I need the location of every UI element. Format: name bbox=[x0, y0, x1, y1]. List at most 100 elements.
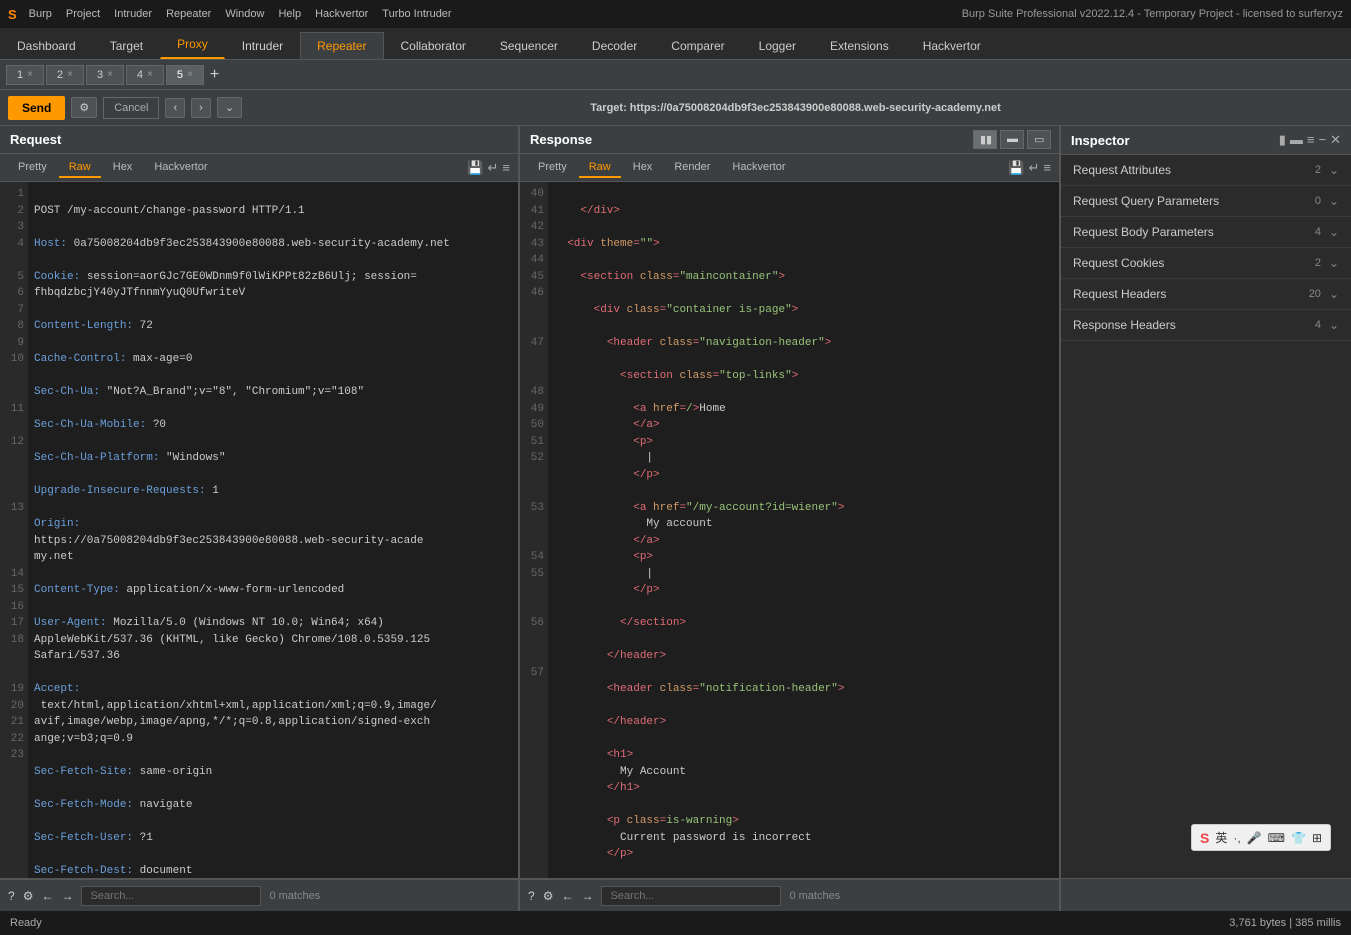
res-tab-pretty[interactable]: Pretty bbox=[528, 158, 577, 178]
ime-apps-icon[interactable]: ⊞ bbox=[1312, 831, 1322, 845]
res-help-icon[interactable]: ? bbox=[528, 889, 535, 903]
req-tab-pretty[interactable]: Pretty bbox=[8, 158, 57, 178]
inspector-label-req-attrs: Request Attributes bbox=[1073, 163, 1315, 177]
req-menu-icon[interactable]: ≡ bbox=[502, 160, 510, 176]
response-code-area[interactable]: 40 41 42 43 44 45 46 47 48 49 50 51 52 5… bbox=[520, 182, 1059, 878]
req-wrap-icon[interactable]: ↵ bbox=[488, 160, 499, 176]
req-tab-4[interactable]: 4× bbox=[126, 65, 164, 85]
req-nav-fwd-icon[interactable]: → bbox=[61, 889, 73, 903]
inspector-row-req-attrs[interactable]: Request Attributes 2 ⌄ bbox=[1061, 155, 1351, 186]
nav-tab-logger[interactable]: Logger bbox=[742, 32, 813, 59]
inspector-label-req-headers: Request Headers bbox=[1073, 287, 1309, 301]
ime-keyboard-icon[interactable]: ⌨ bbox=[1268, 831, 1285, 845]
req-settings-icon[interactable]: ⚙ bbox=[23, 889, 34, 903]
res-line-40: </div> bbox=[554, 203, 1053, 220]
menu-window[interactable]: Window bbox=[225, 8, 264, 20]
close-tab-3[interactable]: × bbox=[107, 69, 113, 80]
close-tab-4[interactable]: × bbox=[147, 69, 153, 80]
inspector-minimize-icon[interactable]: − bbox=[1319, 132, 1327, 148]
request-code-area[interactable]: 1 2 3 4 5 6 7 8 9 10 11 12 13 14 15 16 1 bbox=[0, 182, 518, 878]
nav-tab-decoder[interactable]: Decoder bbox=[575, 32, 654, 59]
nav-tab-target[interactable]: Target bbox=[93, 32, 160, 59]
res-nav-back-icon[interactable]: ← bbox=[561, 889, 573, 903]
res-line-49: </header> bbox=[554, 648, 1053, 665]
req-tab-5[interactable]: 5× bbox=[166, 65, 204, 85]
add-tab-button[interactable]: + bbox=[206, 66, 223, 84]
res-tab-raw[interactable]: Raw bbox=[579, 158, 621, 178]
res-tab-hex[interactable]: Hex bbox=[623, 158, 663, 178]
req-tab-3[interactable]: 3× bbox=[86, 65, 124, 85]
req-tab-hackvertor[interactable]: Hackvertor bbox=[144, 158, 217, 178]
view-toggle-horiz[interactable]: ▬ bbox=[1000, 130, 1024, 149]
req-line-5: Cache-Control: max-age=0 bbox=[34, 351, 512, 368]
req-line-3: Cookie: session=aorGJc7GE0WDnm9f0lWiKPPt… bbox=[34, 269, 512, 302]
nav-tab-extensions[interactable]: Extensions bbox=[813, 32, 906, 59]
inspector-settings-icon[interactable]: ≡ bbox=[1307, 132, 1315, 148]
inspector-row-req-query[interactable]: Request Query Parameters 0 ⌄ bbox=[1061, 186, 1351, 217]
chevron-down-icon-5: ⌄ bbox=[1329, 287, 1339, 301]
menu-project[interactable]: Project bbox=[66, 8, 100, 20]
res-nav-fwd-icon[interactable]: → bbox=[581, 889, 593, 903]
close-tab-2[interactable]: × bbox=[67, 69, 73, 80]
response-code-content[interactable]: </div> <div theme=""> <section class="ma… bbox=[548, 182, 1059, 878]
req-nav-back-icon[interactable]: ← bbox=[41, 889, 53, 903]
menu-burp[interactable]: Burp bbox=[29, 8, 52, 20]
nav-back-button[interactable]: ‹ bbox=[165, 98, 185, 118]
res-settings-icon[interactable]: ⚙ bbox=[543, 889, 554, 903]
req-tab-2[interactable]: 2× bbox=[46, 65, 84, 85]
bottom-bars: ? ⚙ ← → 0 matches ? ⚙ ← → 0 matches bbox=[0, 878, 1351, 911]
response-panel-header: Response bbox=[520, 126, 973, 153]
menu-turbo-intruder[interactable]: Turbo Intruder bbox=[382, 8, 451, 20]
nav-tab-comparer[interactable]: Comparer bbox=[654, 32, 741, 59]
res-menu-icon[interactable]: ≡ bbox=[1043, 160, 1051, 176]
nav-tab-dashboard[interactable]: Dashboard bbox=[0, 32, 93, 59]
nav-tab-hackvertor[interactable]: Hackvertor bbox=[906, 32, 998, 59]
main-nav: Dashboard Target Proxy Intruder Repeater… bbox=[0, 28, 1351, 60]
request-search-input[interactable] bbox=[81, 886, 261, 906]
inspector-view-icon-2[interactable]: ▬ bbox=[1290, 132, 1303, 148]
inspector-view-icon-1[interactable]: ▮ bbox=[1279, 132, 1286, 148]
response-search-input[interactable] bbox=[601, 886, 781, 906]
inspector-row-res-headers[interactable]: Response Headers 4 ⌄ bbox=[1061, 310, 1351, 341]
ime-mic-icon[interactable]: 🎤 bbox=[1247, 831, 1262, 845]
inspector-rows: Request Attributes 2 ⌄ Request Query Par… bbox=[1061, 155, 1351, 878]
inspector-label-req-query: Request Query Parameters bbox=[1073, 194, 1315, 208]
nav-down-button[interactable]: ⌄ bbox=[217, 97, 242, 118]
inspector-close-icon[interactable]: ✕ bbox=[1330, 132, 1341, 148]
request-code-content[interactable]: POST /my-account/change-password HTTP/1.… bbox=[28, 182, 518, 878]
res-save-icon[interactable]: 💾 bbox=[1008, 160, 1024, 176]
inspector-row-req-headers[interactable]: Request Headers 20 ⌄ bbox=[1061, 279, 1351, 310]
ime-clothes-icon[interactable]: 👕 bbox=[1291, 831, 1306, 845]
nav-fwd-button[interactable]: › bbox=[191, 98, 211, 118]
send-button[interactable]: Send bbox=[8, 96, 65, 120]
cancel-button[interactable]: Cancel bbox=[103, 97, 159, 119]
close-tab-1[interactable]: × bbox=[27, 69, 33, 80]
nav-tab-collaborator[interactable]: Collaborator bbox=[384, 32, 483, 59]
req-line-2: Host: 0a75008204db9f3ec253843900e80088.w… bbox=[34, 236, 512, 253]
menu-repeater[interactable]: Repeater bbox=[166, 8, 211, 20]
inspector-row-req-cookies[interactable]: Request Cookies 2 ⌄ bbox=[1061, 248, 1351, 279]
req-tab-hex[interactable]: Hex bbox=[103, 158, 143, 178]
close-tab-5[interactable]: × bbox=[187, 69, 193, 80]
nav-tab-intruder[interactable]: Intruder bbox=[225, 32, 300, 59]
res-tab-hackvertor[interactable]: Hackvertor bbox=[722, 158, 795, 178]
settings-button[interactable]: ⚙ bbox=[71, 97, 97, 118]
menu-help[interactable]: Help bbox=[278, 8, 301, 20]
nav-tab-repeater[interactable]: Repeater bbox=[300, 32, 383, 59]
view-toggle-split[interactable]: ▮▮ bbox=[973, 130, 997, 149]
menu-intruder[interactable]: Intruder bbox=[114, 8, 152, 20]
req-help-icon[interactable]: ? bbox=[8, 889, 15, 903]
inspector-bottom-bar bbox=[1061, 879, 1351, 911]
inspector-row-req-body[interactable]: Request Body Parameters 4 ⌄ bbox=[1061, 217, 1351, 248]
req-save-icon[interactable]: 💾 bbox=[467, 160, 483, 176]
req-tab-1[interactable]: 1× bbox=[6, 65, 44, 85]
view-toggle-tabs[interactable]: ▭ bbox=[1027, 130, 1051, 149]
req-line-12: User-Agent: Mozilla/5.0 (Windows NT 10.0… bbox=[34, 615, 512, 665]
menu-hackvertor[interactable]: Hackvertor bbox=[315, 8, 368, 20]
res-wrap-icon[interactable]: ↵ bbox=[1029, 160, 1040, 176]
res-tab-render[interactable]: Render bbox=[664, 158, 720, 178]
chevron-down-icon: ⌄ bbox=[1329, 163, 1339, 177]
nav-tab-sequencer[interactable]: Sequencer bbox=[483, 32, 575, 59]
req-tab-raw[interactable]: Raw bbox=[59, 158, 101, 178]
nav-tab-proxy[interactable]: Proxy bbox=[160, 30, 225, 59]
